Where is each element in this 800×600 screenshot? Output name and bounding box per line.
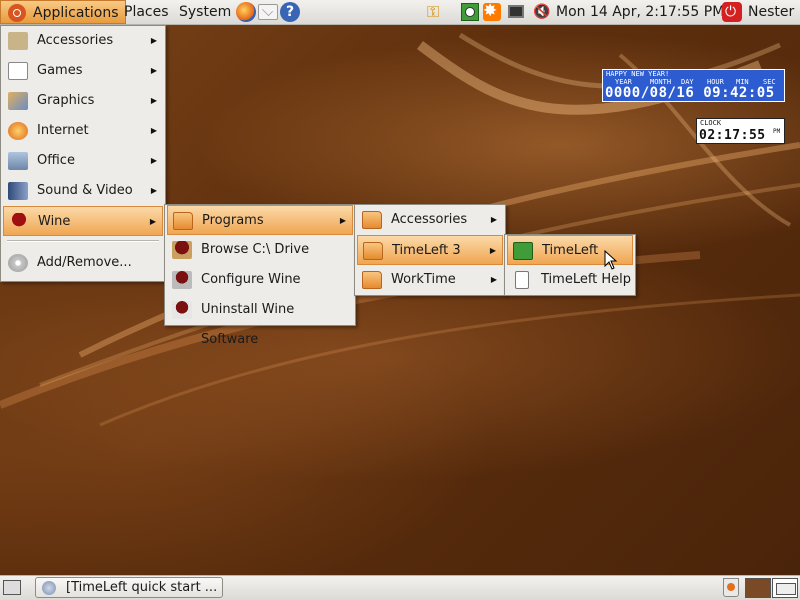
menu-item-label: TimeLeft 3 [392, 243, 461, 258]
wine-uninstall-icon [172, 301, 192, 319]
menu-item-label: TimeLeft [542, 243, 599, 258]
menu-item-worktime[interactable]: WorkTime ▶ [357, 265, 503, 295]
menu-item-browse-c-drive[interactable]: Browse C:\ Drive [167, 235, 353, 265]
clock-widget: CLOCK 02:17:55 PM [696, 118, 785, 144]
folder-icon [173, 212, 193, 230]
menu-item-label: Uninstall Wine Software [201, 302, 295, 347]
ubuntu-logo-icon [8, 4, 26, 22]
menu-item-internet[interactable]: Internet ▶ [3, 116, 163, 146]
menu-item-label: Games [37, 63, 83, 78]
menu-item-uninstall-wine-software[interactable]: Uninstall Wine Software [167, 295, 353, 347]
menu-item-accessories[interactable]: Accessories ▶ [357, 205, 503, 235]
update-notifier-icon[interactable] [483, 1, 501, 21]
submenu-arrow-icon: ▶ [150, 126, 157, 135]
office-icon [8, 152, 28, 170]
clock-widget-label: CLOCK [700, 119, 722, 127]
submenu-arrow-icon: ▶ [490, 215, 497, 224]
wine-config-icon [172, 271, 192, 289]
submenu-arrow-icon: ▶ [489, 246, 496, 255]
workspace-1-button[interactable] [745, 578, 771, 598]
menu-item-label: Configure Wine [201, 272, 301, 287]
clock-widget-suffix: PM [773, 128, 781, 135]
menu-item-label: Graphics [37, 93, 95, 108]
top-panel: Applications Places System ? ⚿ 🔇 Mon 14 … [0, 0, 800, 25]
applications-menu: Accessories ▶ Games ▶ Graphics ▶ Interne… [0, 25, 166, 282]
taskbar-window-label: [TimeLeft quick start ... [66, 580, 218, 595]
user-name[interactable]: Nester [748, 0, 794, 24]
wine-icon [9, 213, 29, 231]
menu-item-add-remove[interactable]: Add/Remove... [3, 248, 163, 278]
mouse-cursor-icon [604, 250, 618, 270]
wine-browse-icon [172, 241, 192, 259]
menu-item-label: WorkTime [391, 272, 456, 287]
mail-icon[interactable] [258, 4, 278, 20]
menu-item-label: Accessories [391, 212, 468, 227]
applications-menu-button[interactable]: Applications [0, 0, 126, 24]
menu-item-label: Browse C:\ Drive [201, 242, 310, 257]
trash-icon[interactable] [723, 578, 739, 597]
games-icon [8, 62, 28, 80]
shutdown-icon[interactable] [722, 2, 742, 22]
add-remove-icon [8, 254, 28, 272]
menu-item-wine[interactable]: Wine ▶ [3, 206, 163, 236]
menu-item-games[interactable]: Games ▶ [3, 56, 163, 86]
panel-clock[interactable]: Mon 14 Apr, 2:17:55 PM [556, 0, 724, 24]
timeleft-icon [513, 242, 533, 260]
accessories-icon [8, 32, 28, 50]
menu-item-label: Programs [202, 213, 264, 228]
menu-item-label: Add/Remove... [37, 255, 132, 270]
internet-icon [8, 122, 28, 140]
widget-title: HAPPY NEW YEAR! [606, 70, 670, 78]
submenu-arrow-icon: ▶ [150, 66, 157, 75]
sound-video-icon [8, 182, 28, 200]
volume-muted-icon[interactable]: 🔇 [533, 3, 551, 21]
menu-item-graphics[interactable]: Graphics ▶ [3, 86, 163, 116]
new-year-countdown-widget: HAPPY NEW YEAR! YEAR MONTH DAY HOUR MIN … [602, 69, 785, 102]
graphics-icon [8, 92, 28, 110]
menu-item-sound-video[interactable]: Sound & Video ▶ [3, 176, 163, 206]
menu-item-label: Internet [37, 123, 89, 138]
menu-item-timeleft-3[interactable]: TimeLeft 3 ▶ [357, 235, 503, 265]
menu-item-label: Wine [38, 214, 71, 229]
timeleft-tray-icon[interactable] [461, 3, 479, 21]
show-desktop-button[interactable] [3, 580, 21, 595]
folder-icon [363, 242, 383, 260]
workspace-2-button[interactable] [772, 578, 798, 598]
system-menu-button[interactable]: System [173, 0, 237, 24]
firefox-icon[interactable] [236, 2, 256, 22]
programs-submenu: Accessories ▶ TimeLeft 3 ▶ WorkTime ▶ [354, 204, 506, 296]
bottom-panel: [TimeLeft quick start ... [0, 575, 800, 600]
wine-submenu: Programs ▶ Browse C:\ Drive Configure Wi… [164, 204, 356, 347]
taskbar-window-button[interactable]: [TimeLeft quick start ... [35, 577, 223, 598]
submenu-arrow-icon: ▶ [150, 186, 157, 195]
menu-item-label: Office [37, 153, 75, 168]
countdown-values: 0000/08/16 09:42:05 [605, 85, 775, 101]
menu-item-programs[interactable]: Programs ▶ [167, 205, 353, 235]
submenu-arrow-icon: ▶ [150, 156, 157, 165]
submenu-arrow-icon: ▶ [150, 36, 157, 45]
places-menu-button[interactable]: Places [118, 0, 175, 24]
submenu-arrow-icon: ▶ [490, 275, 497, 284]
menu-item-configure-wine[interactable]: Configure Wine [167, 265, 353, 295]
menu-item-label: Accessories [37, 33, 114, 48]
menu-item-accessories[interactable]: Accessories ▶ [3, 26, 163, 56]
clock-widget-time: 02:17:55 [699, 128, 766, 143]
network-icon[interactable] [508, 5, 524, 18]
help-document-icon [515, 271, 529, 289]
submenu-arrow-icon: ▶ [149, 217, 156, 226]
folder-icon [362, 271, 382, 289]
menu-item-office[interactable]: Office ▶ [3, 146, 163, 176]
menu-separator [7, 240, 159, 242]
submenu-arrow-icon: ▶ [150, 96, 157, 105]
keyring-icon[interactable]: ⚿ [427, 3, 445, 21]
applications-label: Applications [33, 5, 119, 21]
help-icon[interactable]: ? [280, 2, 300, 22]
submenu-arrow-icon: ▶ [339, 216, 346, 225]
window-icon [42, 581, 56, 595]
folder-icon [362, 211, 382, 229]
menu-item-label: Sound & Video [37, 183, 133, 198]
